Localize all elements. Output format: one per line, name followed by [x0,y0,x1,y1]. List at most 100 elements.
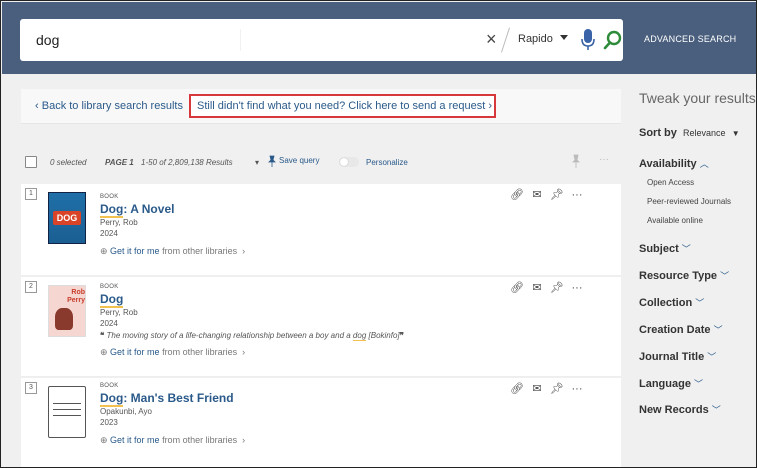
get-it-link[interactable]: ⊕ Get it for me from other libraries › [100,347,245,358]
snippet-pre: The moving story of a life-changing rela… [106,331,353,340]
record-title[interactable]: Dog: Man's Best Friend [100,391,234,407]
facet-language[interactable]: Language ﹀ [639,377,703,390]
caret-down-icon[interactable]: ▾ [255,158,259,167]
record-number: 3 [25,382,37,394]
facet-availability[interactable]: Availability ︿ [639,157,709,170]
advanced-search-link[interactable]: ADVANCED SEARCH [644,34,736,44]
record-snippet: ❝ The moving story of a life-changing re… [100,331,404,341]
facet-new-records[interactable]: New Records ﹀ [639,403,721,416]
results-count-dropdown[interactable]: 1-50 of 2,809,138 Results [141,158,233,167]
pin-icon[interactable]: 📌︎ [547,281,567,294]
snippet-post: [Bokinfo] [366,331,400,340]
sort-by-dropdown[interactable]: Sort by Relevance ▼ [639,127,740,139]
facet-label: Subject [639,243,679,255]
record-title[interactable]: Dog [100,292,124,308]
more-actions-icon[interactable]: ··· [599,154,609,165]
record-author: Perry, Rob [100,308,138,317]
pin-icon[interactable]: 📌︎ [547,188,567,201]
search-scope-dropdown[interactable]: Rapido [518,33,553,45]
more-icon[interactable]: ··· [567,383,587,395]
facet-collection[interactable]: Collection ﹀ [639,296,704,309]
back-to-results-label: Back to library search results [41,100,183,112]
record-actions: 🔗︎ ✉︎ 📌︎ ··· [507,281,587,294]
email-icon[interactable]: ✉︎ [527,382,547,395]
tweak-results-heading: Tweak your results [639,90,756,106]
more-icon[interactable]: ··· [567,282,587,294]
more-icon[interactable]: ··· [567,189,587,201]
search-input[interactable]: dog × Rapido [20,19,623,61]
select-all-checkbox[interactable] [25,156,37,168]
results-panel: ‹ Back to library search results Still d… [21,89,621,467]
personalize-toggle[interactable] [339,157,359,167]
facet-journal-title[interactable]: Journal Title ﹀ [639,350,716,363]
facet-label: Language [639,378,691,390]
search-divider [240,29,241,51]
send-request-link[interactable]: Still didn't find what you need? Click h… [189,94,496,118]
facet-resource-type[interactable]: Resource Type ﹀ [639,269,729,282]
title-rest: : Man's Best Friend [123,391,234,405]
get-it-link[interactable]: ⊕ Get it for me from other libraries › [100,435,245,446]
book-cover[interactable]: Rob Perry [48,285,86,337]
chevron-down-icon: ﹀ [707,352,717,362]
pin-icon [268,155,276,167]
app-window: dog × Rapido ADVANCED SEARCH ‹ Back to l… [0,0,757,468]
facet-creation-date[interactable]: Creation Date ﹀ [639,323,723,336]
caret-down-icon: ▼ [731,129,740,138]
chevron-down-icon: ﹀ [720,271,730,281]
search-query-text[interactable]: dog [36,32,59,48]
facet-availability-label: Availability [639,158,697,170]
save-query-button[interactable]: Save query [279,156,319,165]
results-toolbar: 0 selected PAGE 1 1-50 of 2,809,138 Resu… [21,144,621,174]
clear-search-icon[interactable]: × [486,29,497,50]
pin-icon[interactable] [571,154,581,168]
facet-label: Collection [639,297,693,309]
link-icon[interactable]: 🔗︎ [507,382,527,395]
title-rest: : A Novel [123,202,175,216]
book-cover[interactable]: DOG [48,192,86,244]
link-icon[interactable]: 🔗︎ [507,281,527,294]
get-it-rest: from other libraries [159,246,238,256]
chevron-down-icon: ﹀ [694,379,704,389]
get-it-label: Get it for me [110,246,160,256]
resource-type: BOOK [100,383,119,389]
personalize-label: Personalize [366,158,408,167]
microphone-icon[interactable] [580,28,596,52]
record-actions: 🔗︎ ✉︎ 📌︎ ··· [507,188,587,201]
result-record[interactable]: 1 DOG BOOK Dog: A Novel Perry, Rob 2024 … [21,184,621,276]
cover-illustration [55,308,73,330]
link-icon[interactable]: 🔗︎ [507,188,527,201]
title-highlight: Dog [100,292,124,308]
chevron-up-icon: ︿ [699,159,709,169]
email-icon[interactable]: ✉︎ [527,281,547,294]
facet-option[interactable]: Peer-reviewed Journals [647,197,731,206]
result-record[interactable]: 2 Rob Perry BOOK Dog Perry, Rob 2024 ❝ T… [21,277,621,377]
get-it-rest: from other libraries [159,435,238,445]
resource-type: BOOK [100,284,119,290]
back-bar: ‹ Back to library search results Still d… [21,89,621,124]
resource-type: BOOK [100,194,119,200]
chevron-down-icon: ﹀ [695,298,705,308]
sort-by-label: Sort by [639,127,677,139]
book-cover-placeholder[interactable] [48,386,86,438]
record-author: Perry, Rob [100,218,138,227]
record-title[interactable]: Dog: A Novel [100,202,175,218]
get-it-label: Get it for me [110,435,160,445]
get-it-rest: from other libraries [159,347,238,357]
result-record[interactable]: 3 BOOK Dog: Man's Best Friend Opakunbi, … [21,378,621,467]
record-number: 2 [25,281,37,293]
snippet-highlight: dog [352,331,367,341]
back-to-results-link[interactable]: ‹ Back to library search results [35,100,183,112]
search-icon[interactable] [603,29,623,51]
sort-by-value: Relevance [683,128,726,138]
top-search-bar: dog × Rapido ADVANCED SEARCH [2,2,756,74]
facet-label: Journal Title [639,351,705,363]
facet-option[interactable]: Open Access [647,178,694,187]
record-year: 2023 [100,418,118,427]
facet-option[interactable]: Available online [647,216,703,225]
pin-icon[interactable]: 📌︎ [547,382,567,395]
facet-label: Creation Date [639,324,711,336]
email-icon[interactable]: ✉︎ [527,188,547,201]
get-it-link[interactable]: ⊕ Get it for me from other libraries › [100,246,245,257]
facet-subject[interactable]: Subject ﹀ [639,242,691,255]
chevron-down-icon[interactable] [560,35,568,40]
